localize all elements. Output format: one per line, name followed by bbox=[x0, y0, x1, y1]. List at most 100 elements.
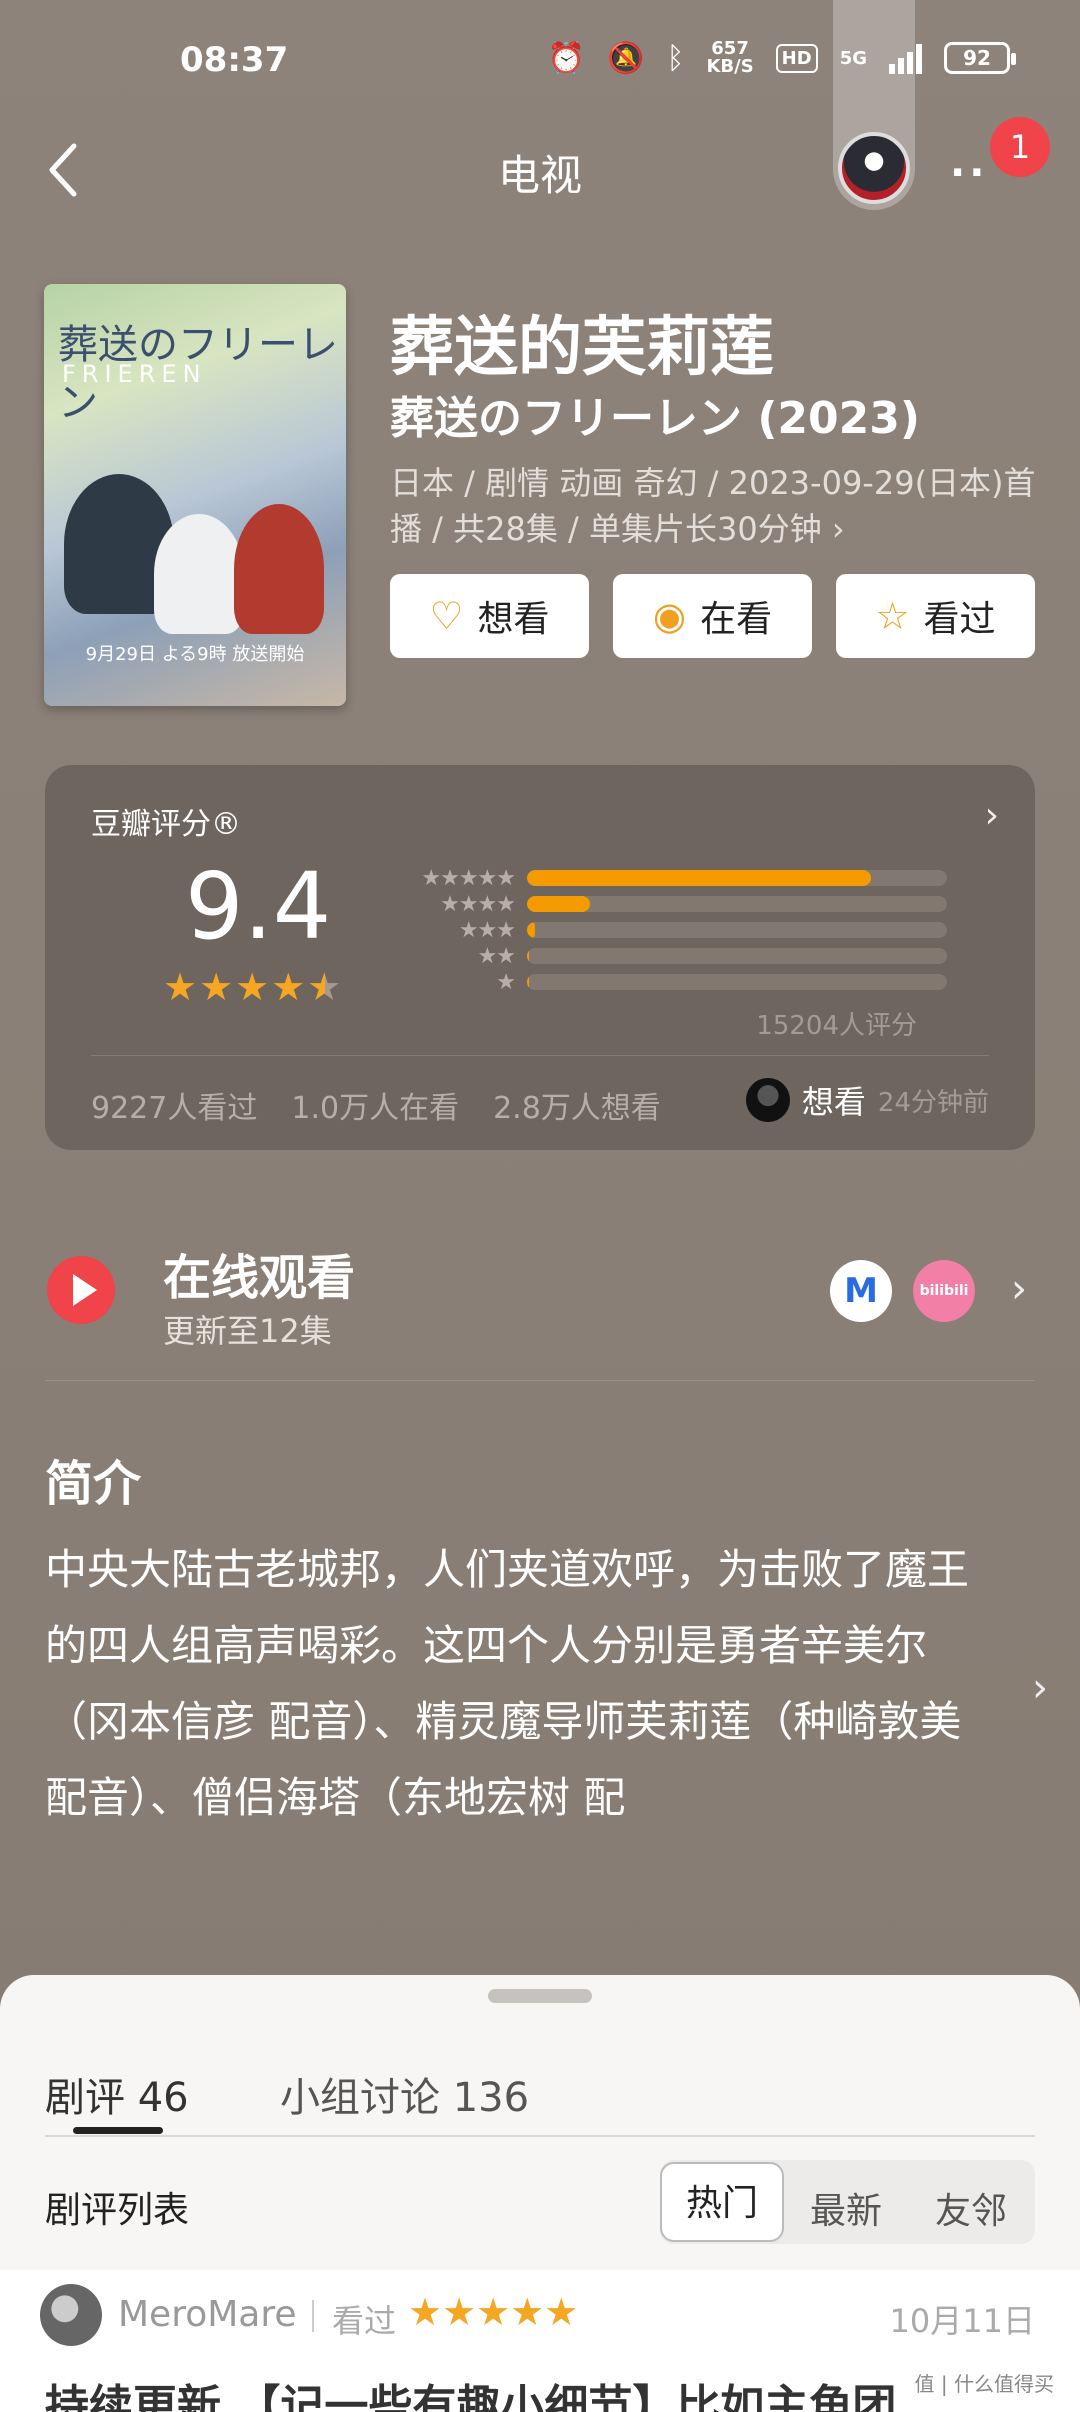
bilibili-icon[interactable]: bilibili bbox=[913, 1260, 975, 1322]
want-button[interactable]: ♡ 想看 bbox=[390, 574, 589, 658]
target-icon: ◉ bbox=[652, 594, 687, 638]
distribution-row: ★★★★★ bbox=[375, 865, 947, 891]
mute-icon: 🔕 bbox=[607, 40, 645, 76]
divider bbox=[312, 2300, 314, 2332]
intro-heading: 简介 bbox=[45, 1456, 142, 1512]
user-status[interactable]: 想看 24分钟前 bbox=[745, 1077, 989, 1123]
poster-figure bbox=[154, 514, 244, 634]
more-icon[interactable]: ·· bbox=[950, 150, 988, 196]
want-label: 想看 bbox=[477, 599, 550, 640]
distribution-row: ★★★★ bbox=[375, 891, 947, 917]
chevron-right-icon[interactable]: › bbox=[1032, 1665, 1048, 1711]
sort-segmented-control: 热门 最新 友邻 bbox=[660, 2160, 1035, 2244]
watched-count[interactable]: 9227人看过 bbox=[91, 1083, 257, 1127]
page-title: 电视 bbox=[497, 151, 582, 200]
poster-image: 葬送のフリーレン FRIEREN 9月29日 よる9時 放送開始 bbox=[44, 284, 346, 706]
rating-count: 15204人评分 bbox=[756, 1011, 917, 1041]
distribution-stars: ★★★★ bbox=[440, 891, 516, 917]
user-status-label: 想看 bbox=[801, 1083, 866, 1121]
tab-groups[interactable]: 小组讨论 136 bbox=[280, 2065, 529, 2123]
watching-count[interactable]: 1.0万人在看 bbox=[291, 1083, 459, 1127]
watermark: 值 | 什么值得买 bbox=[914, 2372, 1054, 2396]
top-nav: 电视 ·· bbox=[0, 120, 1080, 220]
heart-plus-icon: ♡ bbox=[429, 594, 464, 638]
divider bbox=[91, 1055, 989, 1056]
sort-new[interactable]: 最新 bbox=[810, 2182, 882, 2234]
online-title: 在线观看 bbox=[163, 1250, 356, 1306]
distribution-row: ★★★ bbox=[375, 917, 947, 943]
play-icon bbox=[47, 1256, 115, 1324]
bottom-sheet: 剧评 46 小组讨论 136 剧评列表 热门 最新 友邻 MeroMare 看过… bbox=[0, 1975, 1080, 2412]
watching-button[interactable]: ◉ 在看 bbox=[613, 574, 812, 658]
rating-label: 豆瓣评分® bbox=[91, 807, 241, 842]
rating-stars: ★★★★★ bbox=[163, 965, 344, 1009]
watched-button[interactable]: ☆ 看过 bbox=[836, 574, 1035, 658]
distribution-track bbox=[527, 974, 947, 990]
show-title: 葬送的芙莉莲 bbox=[390, 311, 774, 385]
divider bbox=[45, 2135, 1035, 2137]
notification-badge[interactable]: 1 bbox=[990, 117, 1050, 177]
drag-handle[interactable] bbox=[488, 1989, 592, 2003]
watching-label: 在看 bbox=[700, 599, 773, 640]
review-title[interactable]: 持续更新 【记一些有趣小细节】比如主角团 bbox=[45, 2370, 896, 2412]
alarm-icon: ⏰ bbox=[547, 40, 586, 76]
sort-friends[interactable]: 友邻 bbox=[935, 2182, 1007, 2234]
distribution-bar bbox=[527, 974, 530, 990]
review-stars: ★★★★★ bbox=[408, 2290, 579, 2334]
rating-footer: 9227人看过 1.0万人在看 2.8万人想看 bbox=[91, 1083, 661, 1127]
status-icons: ⏰ 🔕 ᛒ 657 KB/S HD 5G 92 bbox=[547, 40, 1016, 76]
rating-card[interactable]: 豆瓣评分® › 9.4 ★★★★★ ★★★★★ ★★★★ ★★★ ★★ ★ 15204人… bbox=[45, 765, 1035, 1150]
user-avatar bbox=[745, 1078, 790, 1122]
rating-distribution: ★★★★★ ★★★★ ★★★ ★★ ★ bbox=[375, 865, 947, 995]
distribution-track bbox=[527, 948, 947, 964]
avatar[interactable] bbox=[40, 2284, 102, 2346]
review-list-label: 剧评列表 bbox=[45, 2190, 190, 2231]
battery-icon: 92 bbox=[944, 42, 1016, 74]
sort-hot[interactable]: 热门 bbox=[660, 2162, 784, 2242]
distribution-row: ★★ bbox=[375, 943, 947, 969]
want-count[interactable]: 2.8万人想看 bbox=[493, 1083, 661, 1127]
distribution-bar bbox=[527, 896, 590, 912]
distribution-bar bbox=[527, 948, 530, 964]
poster-subtitle: FRIEREN bbox=[62, 360, 207, 388]
chevron-right-icon[interactable]: › bbox=[985, 795, 999, 836]
poster-figure bbox=[234, 504, 324, 634]
distribution-stars: ★ bbox=[496, 969, 516, 995]
rating-score: 9.4 bbox=[185, 853, 332, 960]
star-outline-icon: ☆ bbox=[875, 594, 910, 638]
online-subtitle: 更新至12集 bbox=[163, 1312, 332, 1350]
review-username[interactable]: MeroMare bbox=[118, 2294, 297, 2335]
watched-label: 看过 bbox=[923, 599, 996, 640]
mango-tv-icon[interactable]: M bbox=[830, 1260, 892, 1322]
status-bar: 08:37 ⏰ 🔕 ᛒ 657 KB/S HD 5G 92 bbox=[0, 0, 1080, 120]
distribution-stars: ★★ bbox=[477, 943, 516, 969]
review-status: 看过 bbox=[332, 2302, 397, 2340]
net-speed: 657 KB/S bbox=[706, 40, 753, 76]
distribution-bar bbox=[527, 922, 536, 938]
user-status-time: 24分钟前 bbox=[877, 1087, 989, 1118]
show-meta[interactable]: 日本 / 剧情 动画 奇幻 / 2023-09-29(日本)首播 / 共28集 … bbox=[390, 460, 1040, 552]
online-watch-row[interactable]: 在线观看 更新至12集 M bilibili › bbox=[45, 1230, 1035, 1380]
show-original-title: 葬送のフリーレン (2023) bbox=[390, 393, 920, 444]
half-star-icon: ★ bbox=[307, 965, 344, 1009]
distribution-bar bbox=[527, 870, 872, 886]
hd-badge: HD bbox=[775, 43, 818, 73]
distribution-row: ★ bbox=[375, 969, 947, 995]
net-speed-unit: KB/S bbox=[706, 56, 754, 77]
distribution-track bbox=[527, 896, 947, 912]
action-buttons: ♡ 想看 ◉ 在看 ☆ 看过 bbox=[390, 574, 1035, 658]
distribution-track bbox=[527, 922, 947, 938]
distribution-stars: ★★★★★ bbox=[421, 865, 516, 891]
chevron-right-icon[interactable]: › bbox=[1011, 1266, 1027, 1312]
tab-indicator bbox=[73, 2127, 163, 2134]
distribution-track bbox=[527, 870, 947, 886]
distribution-stars: ★★★ bbox=[458, 917, 516, 943]
app-screen: 08:37 ⏰ 🔕 ᛒ 657 KB/S HD 5G 92 电视 ·· 1 葬送… bbox=[0, 0, 1080, 2412]
bluetooth-icon: ᛒ bbox=[666, 40, 685, 76]
divider bbox=[45, 1380, 1035, 1381]
poster[interactable]: 葬送のフリーレン FRIEREN 9月29日 よる9時 放送開始 bbox=[44, 284, 346, 706]
status-time: 08:37 bbox=[180, 40, 289, 80]
poster-date: 9月29日 よる9時 放送開始 bbox=[85, 644, 305, 665]
intro-text[interactable]: 中央大陆古老城邦，人们夹道欢呼，为击败了魔王的四人组高声喝彩。这四个人分别是勇者… bbox=[45, 1532, 975, 1836]
tab-reviews[interactable]: 剧评 46 bbox=[45, 2065, 189, 2123]
